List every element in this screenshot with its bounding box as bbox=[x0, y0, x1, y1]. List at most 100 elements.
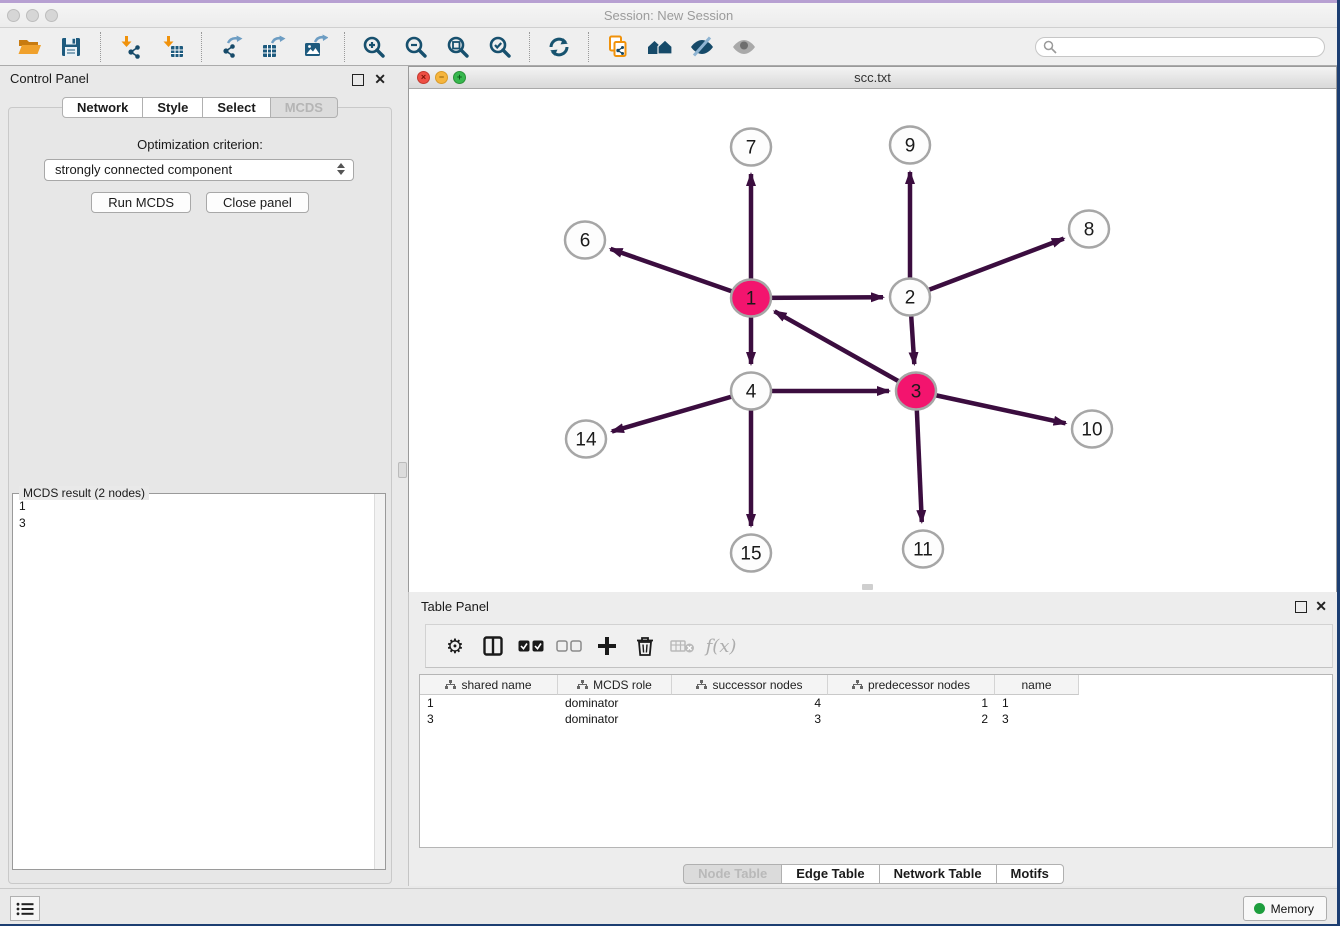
table-cell-predecessor-nodes[interactable]: 1 bbox=[828, 695, 995, 711]
home-layout-button[interactable] bbox=[644, 31, 676, 63]
graph-edge-2-8[interactable] bbox=[910, 239, 1064, 297]
graph-node-2[interactable]: 2 bbox=[890, 279, 930, 316]
graph-node-10[interactable]: 10 bbox=[1072, 411, 1112, 448]
table-header-filler bbox=[1079, 675, 1332, 695]
graph-node-9[interactable]: 9 bbox=[890, 127, 930, 164]
tab-style[interactable]: Style bbox=[143, 97, 203, 118]
save-session-button[interactable] bbox=[55, 31, 87, 63]
column-header-successor-nodes[interactable]: successor nodes bbox=[672, 675, 828, 695]
table-cell-shared-name[interactable]: 1 bbox=[420, 695, 558, 711]
graph-edge-3-10[interactable] bbox=[916, 391, 1066, 423]
tab-network-table[interactable]: Network Table bbox=[880, 864, 997, 884]
graph-node-1[interactable]: 1 bbox=[731, 280, 771, 317]
graph-node-label: 9 bbox=[905, 136, 916, 157]
graph-node-6[interactable]: 6 bbox=[565, 222, 605, 259]
network-canvas[interactable]: 1 2 3 4 6 7 8 9 10 11 14 15 bbox=[409, 89, 1336, 592]
select-all-button[interactable] bbox=[514, 629, 548, 663]
split-columns-button[interactable] bbox=[476, 629, 510, 663]
table-row[interactable]: 3dominator323 bbox=[420, 711, 1332, 727]
refresh-button[interactable] bbox=[543, 31, 575, 63]
graph-node-3[interactable]: 3 bbox=[896, 373, 936, 410]
panel-divider-grip[interactable] bbox=[398, 462, 407, 478]
search-icon bbox=[1043, 40, 1057, 54]
zoom-in-button[interactable] bbox=[358, 31, 390, 63]
result-scrollbar[interactable] bbox=[374, 494, 385, 869]
deselect-all-button[interactable] bbox=[552, 629, 586, 663]
table-cell-shared-name[interactable]: 3 bbox=[420, 711, 558, 727]
tab-network[interactable]: Network bbox=[62, 97, 143, 118]
table-toolbar: ⚙ f(x) bbox=[425, 624, 1333, 668]
float-panel-icon[interactable] bbox=[352, 74, 364, 86]
toolbar-separator bbox=[100, 32, 101, 62]
memory-status-icon bbox=[1254, 903, 1265, 914]
delete-row-button[interactable] bbox=[628, 629, 662, 663]
function-builder-button: f(x) bbox=[704, 629, 738, 663]
graph-node-7[interactable]: 7 bbox=[731, 129, 771, 166]
delete-table-icon bbox=[670, 637, 696, 655]
zoom-fit-button[interactable] bbox=[442, 31, 474, 63]
graph-edge-4-14[interactable] bbox=[612, 391, 751, 432]
task-history-button[interactable] bbox=[10, 896, 40, 921]
network-window-titlebar[interactable]: × − + scc.txt bbox=[409, 67, 1336, 89]
graph-node-14[interactable]: 14 bbox=[566, 421, 606, 458]
graph-node-11[interactable]: 11 bbox=[903, 531, 943, 568]
graph-edge-3-1[interactable] bbox=[775, 311, 917, 391]
search-input[interactable] bbox=[1035, 37, 1325, 57]
criterion-select[interactable]: strongly connected component bbox=[44, 159, 354, 181]
control-panel-tabs: NetworkStyleSelectMCDS bbox=[0, 97, 400, 118]
hide-selected-button[interactable] bbox=[686, 31, 718, 63]
close-table-panel-icon[interactable]: ✕ bbox=[1315, 598, 1327, 615]
table-cell-successor-nodes[interactable]: 4 bbox=[672, 695, 828, 711]
run-mcds-button[interactable]: Run MCDS bbox=[91, 192, 191, 213]
float-table-panel-icon[interactable] bbox=[1295, 601, 1307, 613]
tab-select[interactable]: Select bbox=[203, 97, 270, 118]
table-cell-mcds-role[interactable]: dominator bbox=[558, 711, 672, 727]
columns-icon bbox=[482, 635, 504, 657]
graph-edge-1-6[interactable] bbox=[611, 249, 752, 298]
table-cell-predecessor-nodes[interactable]: 2 bbox=[828, 711, 995, 727]
duplicate-network-button[interactable] bbox=[602, 31, 634, 63]
table-cell-name[interactable]: 3 bbox=[995, 711, 1079, 727]
canvas-resize-grip[interactable] bbox=[862, 584, 873, 590]
tab-edge-table[interactable]: Edge Table bbox=[782, 864, 879, 884]
table-cell-mcds-role[interactable]: dominator bbox=[558, 695, 672, 711]
table-row[interactable]: 1dominator411 bbox=[420, 695, 1332, 711]
table-settings-button[interactable]: ⚙ bbox=[438, 629, 472, 663]
column-header-label: successor nodes bbox=[712, 678, 802, 692]
export-network-button[interactable] bbox=[215, 31, 247, 63]
table-cell-successor-nodes[interactable]: 3 bbox=[672, 711, 828, 727]
graph-node-8[interactable]: 8 bbox=[1069, 211, 1109, 248]
open-folder-icon bbox=[16, 34, 42, 60]
node-table: shared nameMCDS role successor nodes prede… bbox=[419, 674, 1333, 848]
import-table-button[interactable] bbox=[156, 31, 188, 63]
mcds-result-item: 1 bbox=[19, 498, 26, 515]
column-sort-icon bbox=[852, 680, 863, 690]
graph-node-15[interactable]: 15 bbox=[731, 535, 771, 572]
graph-node-label: 15 bbox=[740, 544, 761, 565]
import-network-button[interactable] bbox=[114, 31, 146, 63]
graph-node-4[interactable]: 4 bbox=[731, 373, 771, 410]
tab-node-table[interactable]: Node Table bbox=[683, 864, 782, 884]
export-image-button[interactable] bbox=[299, 31, 331, 63]
export-table-button[interactable] bbox=[257, 31, 289, 63]
tab-motifs[interactable]: Motifs bbox=[997, 864, 1064, 884]
memory-button[interactable]: Memory bbox=[1243, 896, 1327, 921]
show-all-button[interactable] bbox=[728, 31, 760, 63]
open-session-button[interactable] bbox=[13, 31, 45, 63]
add-row-button[interactable] bbox=[590, 629, 624, 663]
status-bar: Memory bbox=[0, 888, 1337, 924]
column-header-shared-name[interactable]: shared name bbox=[420, 675, 558, 695]
zoom-out-button[interactable] bbox=[400, 31, 432, 63]
close-panel-icon[interactable]: ✕ bbox=[374, 71, 386, 88]
zoom-selected-icon bbox=[487, 34, 513, 60]
tab-mcds[interactable]: MCDS bbox=[271, 97, 338, 118]
column-header-predecessor-nodes[interactable]: predecessor nodes bbox=[828, 675, 995, 695]
column-sort-icon bbox=[577, 680, 588, 690]
column-header-name[interactable]: name bbox=[995, 675, 1079, 695]
column-header-label: predecessor nodes bbox=[868, 678, 970, 692]
table-cell-name[interactable]: 1 bbox=[995, 695, 1079, 711]
zoom-selected-button[interactable] bbox=[484, 31, 516, 63]
column-header-mcds-role[interactable]: MCDS role bbox=[558, 675, 672, 695]
close-panel-button[interactable]: Close panel bbox=[206, 192, 309, 213]
zoom-fit-icon bbox=[445, 34, 471, 60]
